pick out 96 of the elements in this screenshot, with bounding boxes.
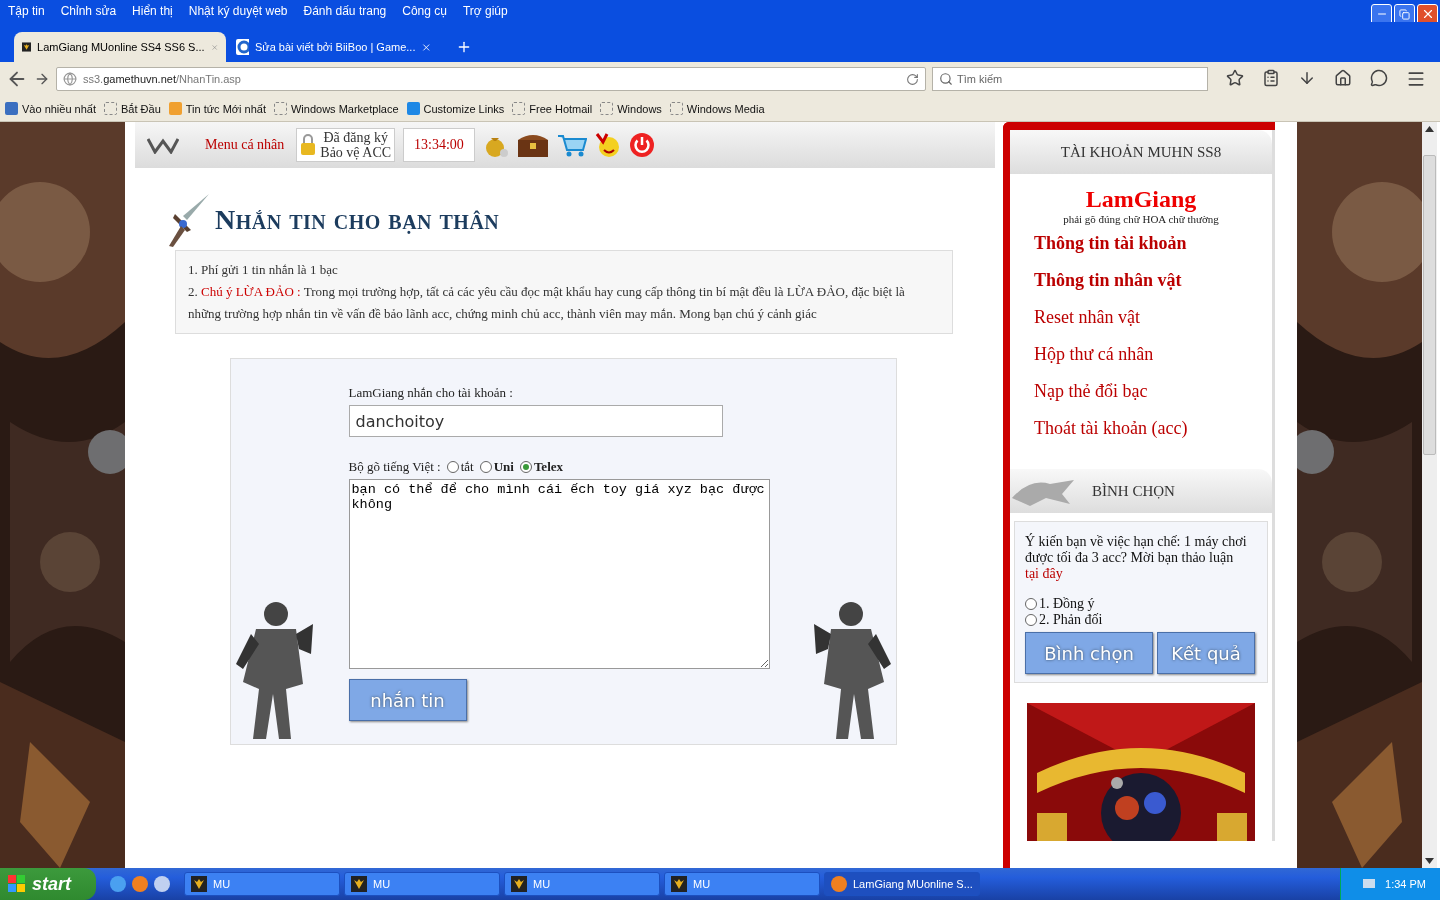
bookmark-item[interactable]: Vào nhiều nhất <box>5 102 96 115</box>
game-icon <box>671 876 687 892</box>
restore-button[interactable] <box>1394 3 1415 25</box>
app-icon[interactable] <box>154 876 170 892</box>
menu-item[interactable]: Trợ giúp <box>462 4 516 18</box>
globe-icon <box>63 72 77 86</box>
account-link[interactable]: Thoát tài khoản (acc) <box>1034 410 1272 447</box>
account-link[interactable]: Nạp thẻ đổi bạc <box>1034 373 1272 410</box>
poll-heading: BÌNH CHỌN <box>1092 482 1175 500</box>
browser-icon[interactable] <box>110 876 126 892</box>
scroll-down-icon[interactable] <box>1425 858 1434 864</box>
bookmark-star-icon[interactable] <box>1226 69 1244 87</box>
taskbar-window[interactable]: MU <box>344 872 500 896</box>
radio-button[interactable] <box>519 461 532 473</box>
bookmark-item[interactable]: Free Hotmail <box>512 102 593 115</box>
browser-icon[interactable] <box>132 876 148 892</box>
bookmark-item[interactable]: Windows Media <box>669 102 765 115</box>
radio-label: Telex <box>533 459 564 475</box>
close-button[interactable] <box>1417 3 1438 25</box>
start-button[interactable]: start <box>0 868 96 900</box>
radio-label: tắt <box>460 459 474 475</box>
menu-item[interactable]: Đánh dấu trang <box>303 4 395 18</box>
taskbar-window[interactable]: LamGiang MUonline S... <box>824 872 980 896</box>
account-link[interactable]: Thông tin nhân vật <box>1034 262 1272 299</box>
address-field[interactable]: ss3.gamethuvn.net/NhanTin.asp <box>56 67 926 91</box>
taskbar-window[interactable]: MU <box>664 872 820 896</box>
bookmark-item[interactable]: Tin tức Mới nhất <box>168 102 266 115</box>
taskbar-window[interactable]: MU <box>504 872 660 896</box>
game-icon <box>351 876 367 892</box>
bookmark-item[interactable]: Windows <box>600 102 662 115</box>
search-field[interactable]: Tìm kiếm <box>932 67 1208 91</box>
menu-item[interactable]: Công cụ <box>402 4 455 18</box>
bookmark-item[interactable]: Customize Links <box>406 102 505 115</box>
bookmark-item[interactable]: Windows Marketplace <box>273 102 399 115</box>
download-icon[interactable] <box>1298 69 1316 87</box>
clipboard-icon[interactable] <box>1262 69 1280 87</box>
clock-text: 1:34 PM <box>1385 878 1426 890</box>
menu-item[interactable]: Nhật ký duyệt web <box>188 4 296 18</box>
windows-logo-icon <box>8 875 26 893</box>
game-icon <box>191 876 207 892</box>
browser-tab[interactable]: LamGiang MUonline SS4 SS6 S... <box>14 32 226 62</box>
account-link[interactable]: Reset nhân vật <box>1034 299 1272 336</box>
search-placeholder: Tìm kiếm <box>957 73 1003 85</box>
poll-option[interactable]: 1. Đồng ý <box>1025 596 1263 612</box>
menu-icon[interactable] <box>1406 69 1426 89</box>
tab-title: LamGiang MUonline SS4 SS6 S... <box>37 41 205 53</box>
browser-icon <box>831 876 847 892</box>
recipient-label: LamGiang nhắn cho tài khoản : <box>348 385 514 401</box>
url-text: ss3.gamethuvn.net/NhanTin.asp <box>83 73 241 85</box>
restore-icon <box>1399 8 1410 20</box>
protection-badge[interactable]: Đã đăng ký Bảo vệ ACC <box>296 128 396 162</box>
smiley-icon[interactable] <box>594 132 621 158</box>
radio-button[interactable] <box>479 461 492 473</box>
poll-question: Ý kiến bạn về việc hạn chế: 1 máy chơi được tối đa 3 acc? Mời bạn thảo luận tại đây <box>1025 534 1248 582</box>
page-title: Nhắn tin cho bạn thân <box>215 204 500 236</box>
recipient-field[interactable]: danchoitoy <box>348 405 723 437</box>
account-link[interactable]: Hộp thư cá nhân <box>1034 336 1272 373</box>
username: LamGiang <box>1084 186 1198 213</box>
scrollbar[interactable] <box>1422 122 1437 868</box>
home-icon[interactable] <box>1334 69 1352 87</box>
site-icon <box>236 39 249 55</box>
tab-title: Sửa bài viết bởi BiiBoo | Game... <box>254 41 416 53</box>
bookmark-item[interactable]: Bắt Đầu <box>104 102 161 115</box>
new-tab-icon[interactable] <box>456 39 472 55</box>
notice-text: 2. Chú ý LỪA ĐẢO : Trong mọi trường hợp, tất cả các yêu cầu đọc mật khẩu hay cung cấp thông tin bí mật đều là LỪA ĐẢO, đặc biệt là những trường hợp nhắn tin về vấn đề bảo lãnh acc, chứng minh chủ acc, thành viên may mắn. Mong bạn chú ý cảnh giác <box>188 283 906 323</box>
reload-icon[interactable] <box>906 72 919 86</box>
cart-icon[interactable] <box>556 132 587 158</box>
notice-text: 1. Phí gửi 1 tin nhắn là 1 bạc <box>188 261 339 279</box>
treasure-chest-icon[interactable] <box>516 132 549 158</box>
search-icon <box>939 72 953 86</box>
poll-option[interactable]: 2. Phản đối <box>1025 612 1263 628</box>
message-field[interactable]: bạn có thể để cho mình cái ếch toy giá xyz bạc được không <box>348 479 770 669</box>
minimize-button[interactable] <box>1371 3 1392 25</box>
account-link[interactable]: Thông tin tài khoản <box>1034 225 1272 262</box>
account-heading: TÀI KHOẢN MUHN SS8 <box>1010 130 1272 174</box>
menu-item[interactable]: Hiển thị <box>132 4 181 18</box>
browser-tab[interactable]: Sửa bài viết bởi BiiBoo | Game... <box>228 32 440 62</box>
game-icon <box>22 39 32 55</box>
server-clock: 13:34:00 <box>403 128 475 162</box>
typing-mode-label: Bộ gõ tiếng Việt : <box>348 459 441 475</box>
power-icon[interactable] <box>628 132 655 158</box>
logo-icon <box>147 136 179 154</box>
scroll-up-icon[interactable] <box>1425 126 1434 132</box>
radio-label: Uni <box>493 459 514 475</box>
case-hint: phải gõ đúng chữ HOA chữ thường <box>1062 213 1220 225</box>
chat-icon[interactable] <box>1370 69 1388 87</box>
personal-menu-link[interactable]: Menu cá nhân <box>205 137 285 153</box>
taskbar-window[interactable]: MU <box>184 872 340 896</box>
radio-button[interactable] <box>446 461 459 473</box>
discussion-link[interactable]: tại đây <box>1025 566 1063 581</box>
lock-icon <box>300 134 317 156</box>
menu-item[interactable]: Chỉnh sửa <box>60 4 125 18</box>
menu-item[interactable]: Tập tin <box>8 4 53 18</box>
network-icon <box>1361 877 1378 891</box>
game-icon <box>511 876 527 892</box>
forward-icon[interactable] <box>34 71 50 87</box>
